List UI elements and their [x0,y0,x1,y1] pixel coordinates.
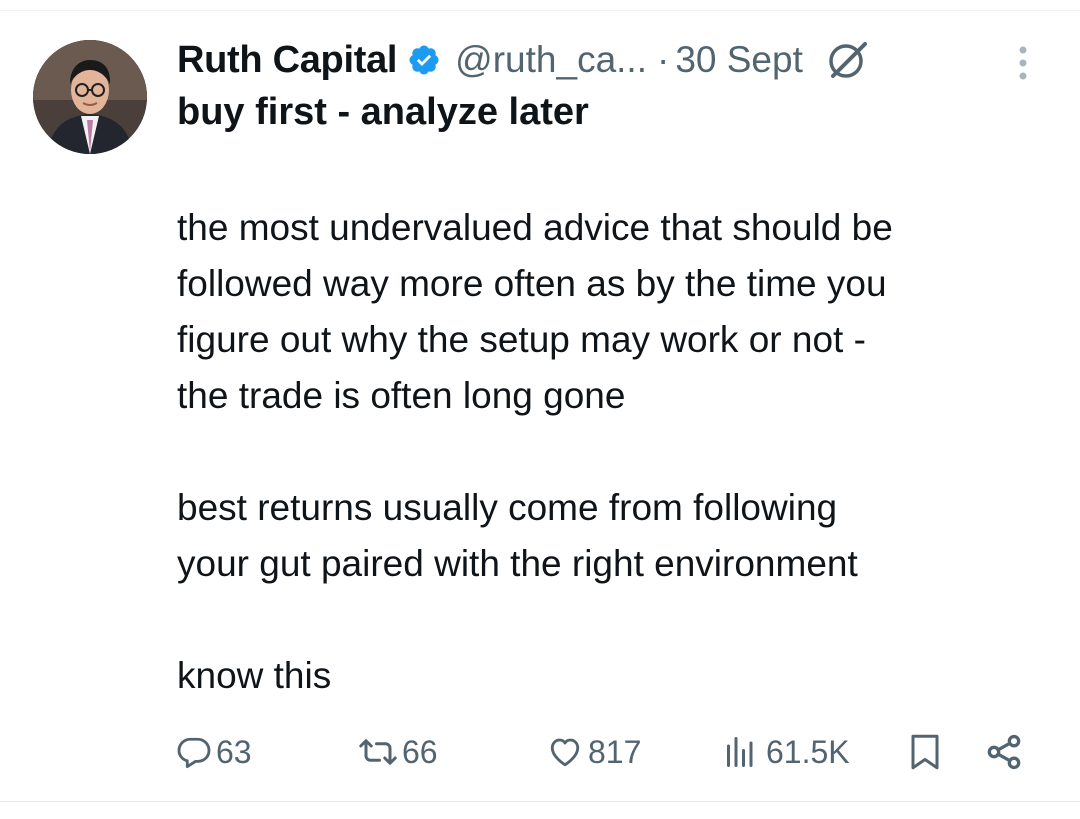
grok-icon[interactable] [825,38,869,82]
author-name[interactable]: Ruth Capital [177,39,397,82]
like-count: 817 [588,733,642,770]
more-options-icon[interactable] [1010,44,1036,84]
verified-badge-icon [407,43,441,77]
action-bar: 63 66 817 61.5K [0,720,1080,784]
separator-dot: · [656,39,670,80]
reply-button[interactable]: 63 [176,720,252,784]
bookmark-button[interactable] [907,720,943,784]
tweet-text-line: best returns usually come from following [177,487,838,528]
tweet-text-line: the most undervalued advice that should … [177,207,893,248]
tweet-body: the most undervalued advice that should … [177,200,1057,704]
avatar[interactable] [33,40,147,154]
views-icon [722,734,762,770]
tweet-header: Ruth Capital @ruth_ca... · 30 Sept [177,34,869,86]
tweet-text-line: followed way more often as by the time y… [177,263,887,304]
reply-count: 63 [216,733,252,770]
repost-button[interactable]: 66 [358,720,438,784]
reply-icon [176,734,212,770]
top-divider [0,10,1080,11]
repost-icon [358,734,398,770]
bottom-divider [0,801,1080,802]
like-button[interactable]: 817 [546,720,641,784]
tweet-text-line: the trade is often long gone [177,375,626,416]
repost-count: 66 [402,733,438,770]
share-icon [984,732,1024,772]
author-handle[interactable]: @ruth_ca... [455,39,647,81]
like-icon [546,734,584,770]
tweet-date[interactable]: 30 Sept [675,39,803,81]
tweet-text-line: your gut paired with the right environme… [177,543,858,584]
tweet-headline: buy first - analyze later [177,91,589,133]
share-button[interactable] [984,720,1024,784]
views-button[interactable]: 61.5K [722,720,850,784]
tweet-text-line: figure out why the setup may work or not… [177,319,866,360]
bookmark-icon [907,732,943,772]
view-count: 61.5K [766,733,850,770]
tweet-text-line: know this [177,655,332,696]
